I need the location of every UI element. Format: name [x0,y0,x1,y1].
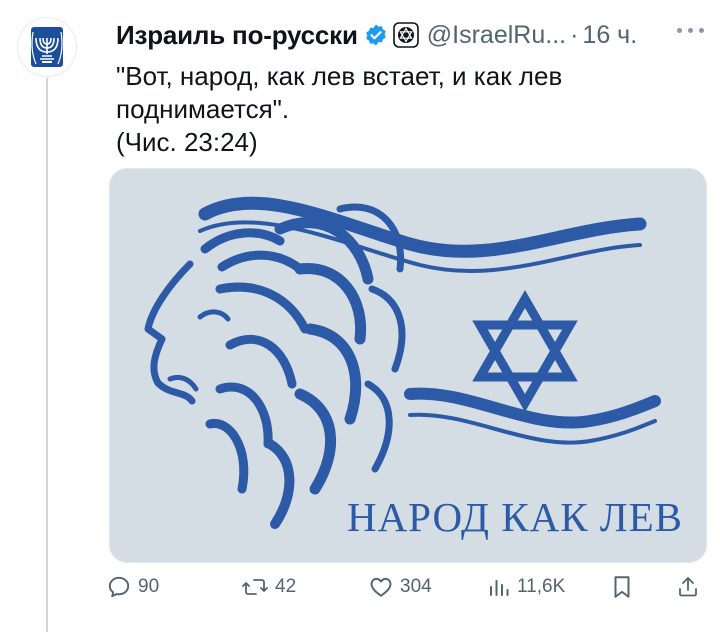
heart-icon [370,577,392,597]
verified-badge-icon[interactable] [364,23,388,47]
share-button[interactable] [676,574,700,600]
avatar[interactable] [17,17,77,77]
timestamp[interactable]: 16 ч. [582,21,637,50]
reply-button[interactable]: 90 [106,574,159,600]
like-button[interactable]: 304 [368,574,432,600]
menorah-emblem-icon [31,27,63,67]
tweet-text: "Вот, народ, как лев встает, и как лев п… [116,60,676,159]
lion-head-icon [144,203,406,529]
image-caption: НАРОД КАК ЛЕВ [347,494,683,540]
tweet-text-line: (Чис. 23:24) [116,127,258,157]
action-bar: 90 42 304 11,6K [106,574,706,614]
repost-count: 42 [275,576,297,597]
affiliation-badge-icon[interactable] [392,22,419,48]
bookmark-button[interactable] [611,574,633,600]
views-count: 11,6K [517,576,566,597]
repost-button[interactable]: 42 [241,574,296,600]
tweet-text-line: "Вот, народ, как лев встает, и как лев [116,61,563,91]
views-chart-icon [490,580,509,596]
views-button[interactable]: 11,6K [487,574,565,600]
share-icon [679,577,697,597]
like-count: 304 [400,576,432,597]
tweet-text-line: поднимается". [116,94,290,124]
tweet-image[interactable]: НАРОД КАК ЛЕВ [109,168,707,563]
separator-dot: · [570,20,579,49]
flag-stripe-bottom [404,387,661,445]
tweet-header: Израиль по-русски @IsraelRu... · 16 ч. [116,18,637,52]
repost-icon [242,579,268,595]
star-of-david-icon [472,289,578,413]
author-handle[interactable]: @IsraelRu... [427,21,566,50]
bookmark-icon [614,576,630,598]
thread-line [46,78,48,632]
more-options-icon[interactable] [677,28,704,33]
reply-count: 90 [138,576,160,597]
author-name[interactable]: Израиль по-русски [116,20,358,51]
reply-icon [108,576,130,598]
